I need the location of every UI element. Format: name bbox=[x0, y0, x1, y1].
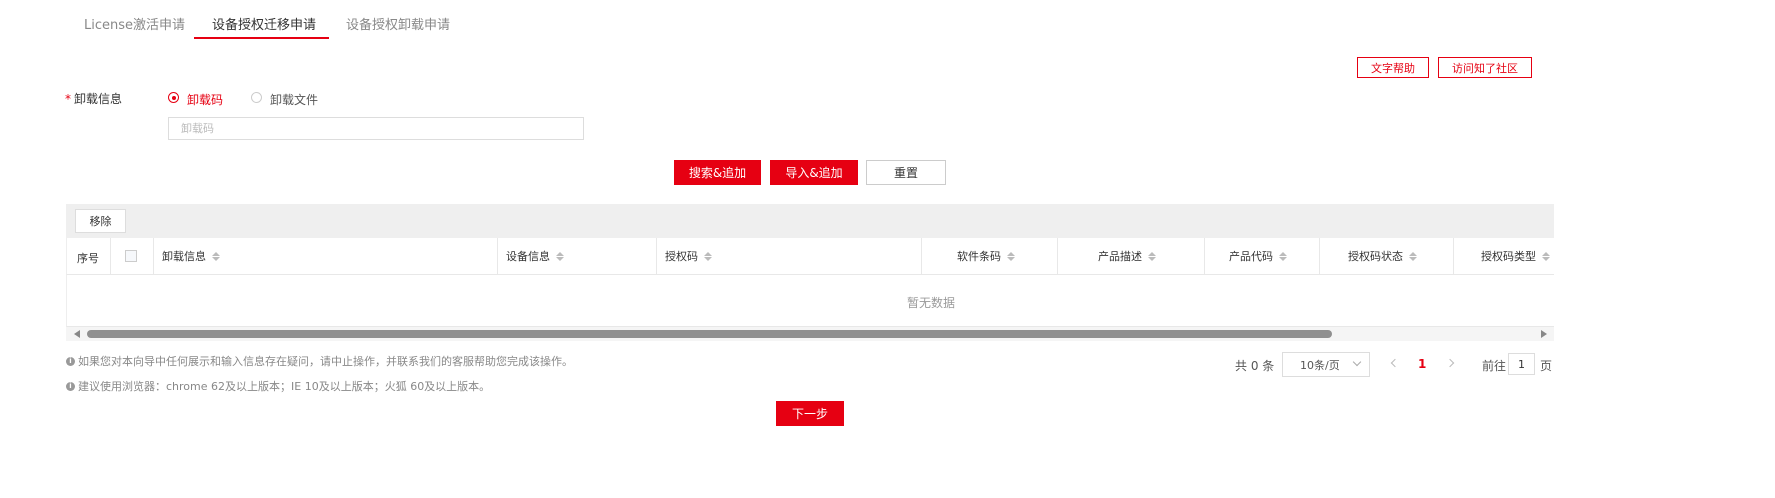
sort-icon[interactable] bbox=[704, 251, 712, 261]
tip-contact-support: i 如果您对本向导中任何展示和输入信息存在疑问，请中止操作，并联系我们的客服帮助您… bbox=[66, 353, 573, 369]
uninstall-info-text: 卸载信息 bbox=[74, 92, 123, 106]
remove-button[interactable]: 移除 bbox=[75, 209, 126, 233]
tab-license-activation[interactable]: License激活申请 bbox=[84, 14, 185, 33]
page-unit-label: 页 bbox=[1540, 359, 1553, 373]
page-size-value: 10条/页 bbox=[1300, 358, 1340, 372]
column-divider bbox=[153, 238, 154, 275]
text-help-button[interactable]: 文字帮助 bbox=[1357, 57, 1429, 78]
info-circle-icon: i bbox=[66, 356, 75, 366]
radio-uninstall-code-label[interactable]: 卸载码 bbox=[187, 91, 223, 108]
col-auth-code[interactable]: 授权码 bbox=[665, 248, 712, 264]
col-uninstall-info[interactable]: 卸载信息 bbox=[162, 248, 220, 264]
col-product-code-label: 产品代码 bbox=[1229, 250, 1273, 263]
col-auth-code-type[interactable]: 授权码类型 bbox=[1481, 248, 1550, 264]
required-mark: * bbox=[65, 92, 71, 106]
next-page-icon[interactable] bbox=[1445, 358, 1455, 368]
radio-uninstall-file[interactable] bbox=[251, 92, 262, 103]
sort-icon[interactable] bbox=[1542, 251, 1550, 261]
column-divider bbox=[921, 238, 922, 275]
tab-device-uninstall[interactable]: 设备授权卸载申请 bbox=[346, 14, 450, 33]
sort-icon[interactable] bbox=[1148, 251, 1156, 261]
info-circle-icon: i bbox=[66, 381, 75, 391]
column-divider bbox=[1204, 238, 1205, 275]
col-product-desc[interactable]: 产品描述 bbox=[1098, 248, 1156, 264]
table-toolbar bbox=[66, 204, 1554, 238]
select-all-checkbox[interactable] bbox=[125, 250, 137, 262]
goto-page-input[interactable] bbox=[1508, 353, 1535, 375]
import-add-button[interactable]: 导入&追加 bbox=[770, 160, 858, 185]
tip-browser-support: i 建议使用浏览器：chrome 62及以上版本；IE 10及以上版本；火狐 60… bbox=[66, 378, 490, 394]
sort-icon[interactable] bbox=[212, 251, 220, 261]
col-auth-code-status[interactable]: 授权码状态 bbox=[1348, 248, 1417, 264]
col-software-barcode[interactable]: 软件条码 bbox=[957, 248, 1015, 264]
scroll-left-icon[interactable] bbox=[74, 330, 80, 338]
col-auth-code-status-label: 授权码状态 bbox=[1348, 250, 1403, 263]
uninstall-info-label: * 卸载信息 bbox=[65, 90, 122, 107]
prev-page-icon[interactable] bbox=[1390, 358, 1400, 368]
column-divider bbox=[1057, 238, 1058, 275]
column-divider bbox=[1319, 238, 1320, 275]
sort-icon[interactable] bbox=[1409, 251, 1417, 261]
col-index: 序号 bbox=[77, 250, 99, 266]
column-divider bbox=[497, 238, 498, 275]
tab-device-migration[interactable]: 设备授权迁移申请 bbox=[212, 14, 316, 33]
table-body bbox=[66, 275, 1554, 327]
reset-button[interactable]: 重置 bbox=[866, 160, 946, 185]
sort-icon[interactable] bbox=[1279, 251, 1287, 261]
col-auth-code-type-label: 授权码类型 bbox=[1481, 250, 1536, 263]
sort-icon[interactable] bbox=[1007, 251, 1015, 261]
col-product-code[interactable]: 产品代码 bbox=[1229, 248, 1287, 264]
search-add-button[interactable]: 搜索&追加 bbox=[674, 160, 761, 185]
scroll-right-icon[interactable] bbox=[1541, 330, 1547, 338]
column-divider bbox=[656, 238, 657, 275]
goto-label: 前往 bbox=[1482, 359, 1507, 373]
uninstall-code-input[interactable] bbox=[168, 117, 584, 140]
page-size-select[interactable]: 10条/页 bbox=[1282, 352, 1370, 377]
column-divider bbox=[110, 238, 111, 275]
pagination-total: 共 0 条 bbox=[1235, 359, 1275, 373]
chevron-down-icon bbox=[1352, 357, 1362, 367]
tip-browser-support-text: 建议使用浏览器：chrome 62及以上版本；IE 10及以上版本；火狐 60及… bbox=[78, 380, 491, 393]
table-header bbox=[66, 238, 1554, 275]
col-auth-code-label: 授权码 bbox=[665, 250, 698, 263]
radio-uninstall-code[interactable] bbox=[168, 92, 179, 103]
empty-state-text: 暂无数据 bbox=[907, 296, 956, 310]
visit-community-button[interactable]: 访问知了社区 bbox=[1438, 57, 1532, 78]
col-product-desc-label: 产品描述 bbox=[1098, 250, 1142, 263]
next-step-button[interactable]: 下一步 bbox=[776, 401, 844, 426]
col-device-info-label: 设备信息 bbox=[506, 250, 550, 263]
col-uninstall-info-label: 卸载信息 bbox=[162, 250, 206, 263]
tip-contact-support-text: 如果您对本向导中任何展示和输入信息存在疑问，请中止操作，并联系我们的客服帮助您完… bbox=[78, 355, 573, 368]
scrollbar-thumb[interactable] bbox=[87, 330, 1332, 338]
col-device-info[interactable]: 设备信息 bbox=[506, 248, 564, 264]
active-tab-indicator bbox=[194, 37, 329, 39]
col-index-label: 序号 bbox=[77, 252, 99, 265]
radio-uninstall-file-label[interactable]: 卸载文件 bbox=[270, 91, 318, 108]
col-software-barcode-label: 软件条码 bbox=[957, 250, 1001, 263]
sort-icon[interactable] bbox=[556, 251, 564, 261]
column-divider bbox=[1453, 238, 1454, 275]
page-number-current[interactable]: 1 bbox=[1418, 357, 1426, 371]
